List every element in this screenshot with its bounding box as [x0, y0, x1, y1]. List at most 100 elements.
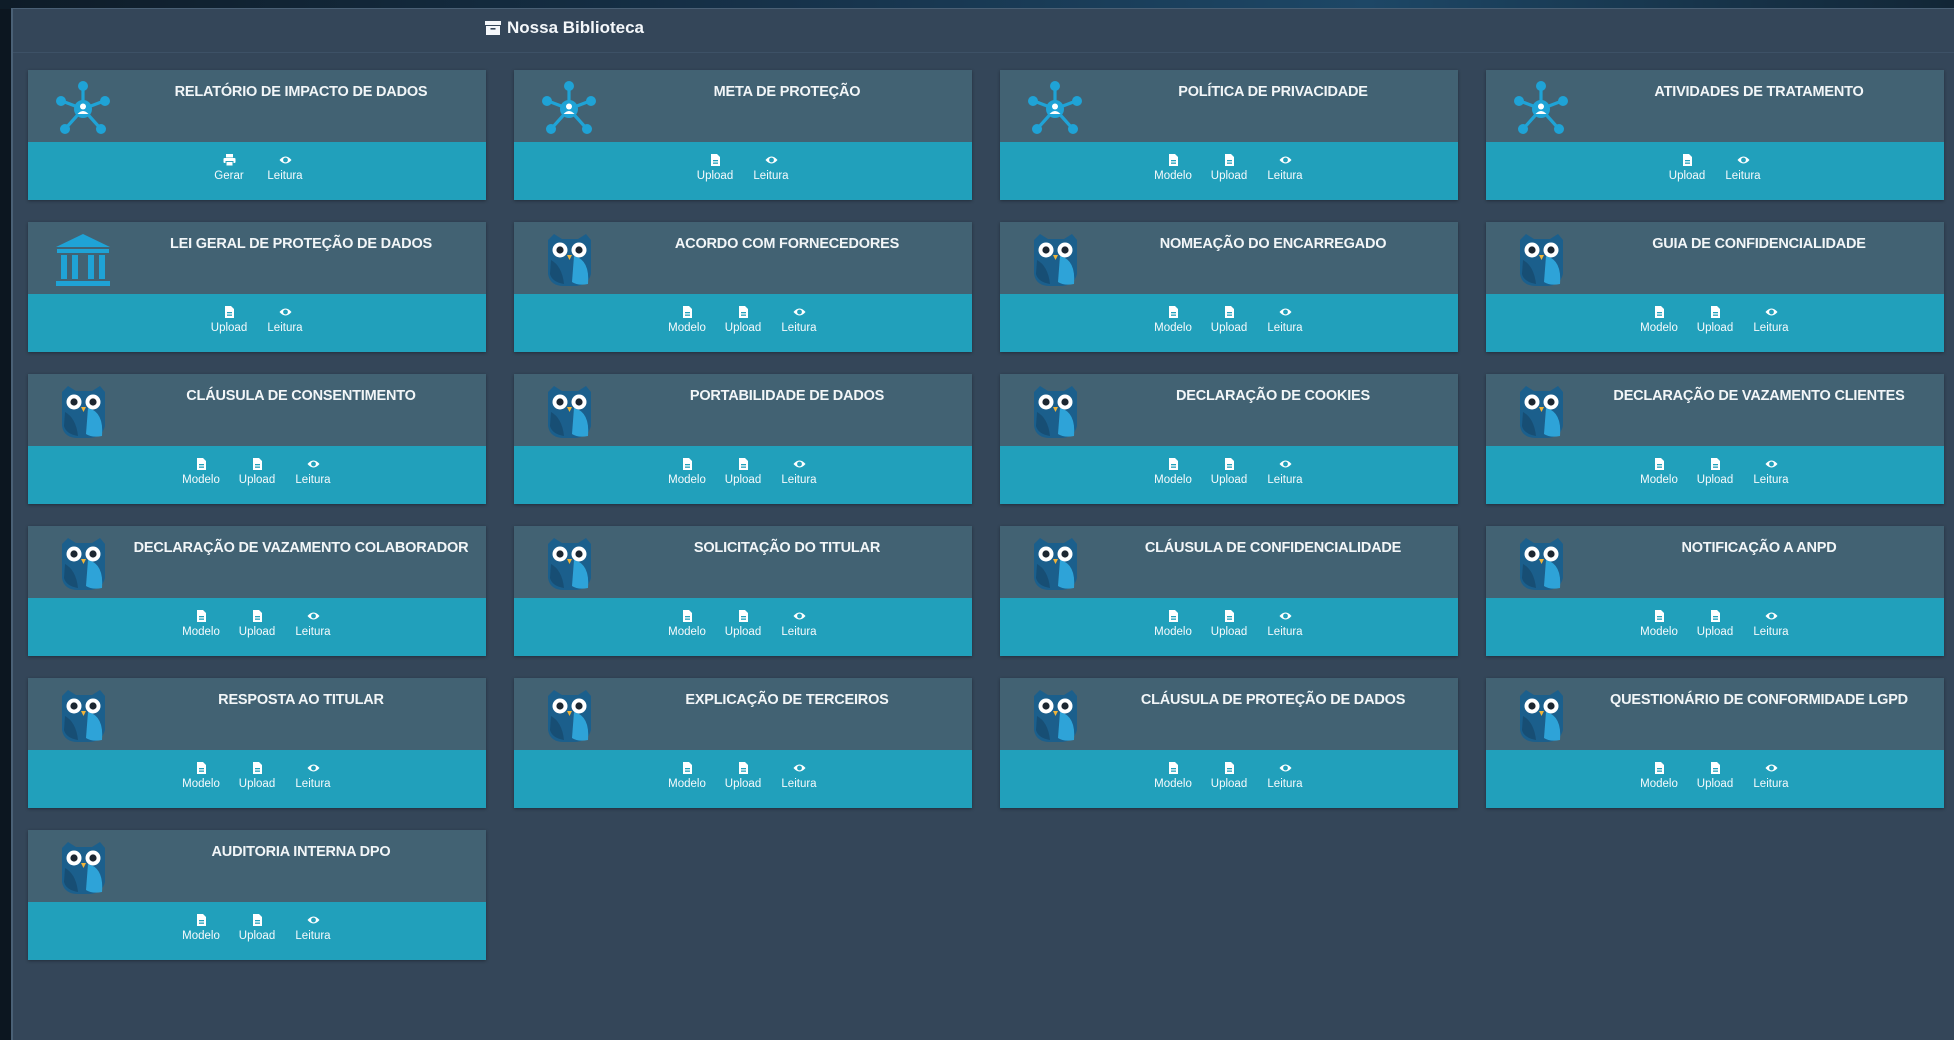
upload-button[interactable]: Upload	[724, 306, 762, 334]
card-title: NOMEAÇÃO DO ENCARREGADO	[1159, 236, 1387, 252]
owl-icon	[538, 534, 600, 594]
leitura-button[interactable]: Leitura	[1266, 762, 1304, 790]
leitura-button[interactable]: Leitura	[1266, 610, 1304, 638]
action-label: Leitura	[267, 170, 303, 182]
leitura-button[interactable]: Leitura	[780, 762, 818, 790]
upload-button[interactable]: Upload	[1696, 306, 1734, 334]
action-label: Leitura	[781, 778, 817, 790]
modelo-button[interactable]: Modelo	[1154, 306, 1192, 334]
leitura-button[interactable]: Leitura	[1266, 458, 1304, 486]
document-card-politica-de-privacidade: POLÍTICA DE PRIVACIDADE Modelo Upload Leitu…	[1000, 70, 1458, 200]
leitura-button[interactable]: Leitura	[780, 610, 818, 638]
upload-button[interactable]: Upload	[238, 610, 276, 638]
modelo-button[interactable]: Modelo	[182, 762, 220, 790]
action-label: Leitura	[1267, 474, 1303, 486]
upload-button[interactable]: Upload	[238, 762, 276, 790]
file-icon	[1167, 762, 1180, 774]
card-title: NOTIFICAÇÃO A ANPD	[1681, 540, 1837, 556]
card-title: POLÍTICA DE PRIVACIDADE	[1178, 84, 1368, 100]
upload-button[interactable]: Upload	[1668, 154, 1706, 182]
owl-icon	[1024, 382, 1086, 442]
card-title: ACORDO COM FORNECEDORES	[674, 236, 900, 252]
upload-button[interactable]: Upload	[210, 306, 248, 334]
upload-button[interactable]: Upload	[724, 610, 762, 638]
upload-button[interactable]: Upload	[1696, 610, 1734, 638]
leitura-button[interactable]: Leitura	[294, 458, 332, 486]
upload-button[interactable]: Upload	[1210, 610, 1248, 638]
modelo-button[interactable]: Modelo	[1640, 610, 1678, 638]
modelo-button[interactable]: Modelo	[182, 610, 220, 638]
card-header: DECLARAÇÃO DE VAZAMENTO CLIENTES	[1486, 374, 1944, 446]
document-card-questionario-de-conformidade-lgpd: QUESTIONÁRIO DE CONFORMIDADE LGPD Modelo U…	[1486, 678, 1944, 808]
card-title: RELATÓRIO DE IMPACTO DE DADOS	[174, 84, 428, 100]
upload-button[interactable]: Upload	[1210, 306, 1248, 334]
leitura-button[interactable]: Leitura	[294, 762, 332, 790]
network-icon	[1024, 78, 1086, 138]
leitura-button[interactable]: Leitura	[1752, 762, 1790, 790]
eye-icon	[1765, 762, 1778, 774]
owl-icon	[1024, 534, 1086, 594]
action-label: Leitura	[781, 474, 817, 486]
upload-button[interactable]: Upload	[1696, 762, 1734, 790]
modelo-button[interactable]: Modelo	[668, 610, 706, 638]
leitura-button[interactable]: Leitura	[1724, 154, 1762, 182]
action-label: Leitura	[781, 626, 817, 638]
leitura-button[interactable]: Leitura	[780, 306, 818, 334]
file-icon	[1223, 154, 1236, 166]
gerar-button[interactable]: Gerar	[210, 154, 248, 182]
owl-icon	[52, 382, 114, 442]
action-label: Upload	[210, 322, 248, 334]
eye-icon	[765, 154, 778, 166]
action-label: Modelo	[1640, 778, 1678, 790]
modelo-button[interactable]: Modelo	[1640, 306, 1678, 334]
card-actions: Modelo Upload Leitura	[1000, 750, 1458, 808]
leitura-button[interactable]: Leitura	[1752, 610, 1790, 638]
leitura-button[interactable]: Leitura	[1752, 306, 1790, 334]
modelo-button[interactable]: Modelo	[1154, 458, 1192, 486]
upload-button[interactable]: Upload	[1210, 154, 1248, 182]
leitura-button[interactable]: Leitura	[780, 458, 818, 486]
modelo-button[interactable]: Modelo	[668, 762, 706, 790]
document-card-portabilidade-de-dados: PORTABILIDADE DE DADOS Modelo Upload Leitur…	[514, 374, 972, 504]
upload-button[interactable]: Upload	[1210, 762, 1248, 790]
action-label: Leitura	[1267, 170, 1303, 182]
eye-icon	[1279, 458, 1292, 470]
modelo-button[interactable]: Modelo	[668, 458, 706, 486]
leitura-button[interactable]: Leitura	[1266, 306, 1304, 334]
upload-button[interactable]: Upload	[724, 458, 762, 486]
action-label: Modelo	[1640, 322, 1678, 334]
action-label: Upload	[238, 778, 276, 790]
upload-button[interactable]: Upload	[238, 458, 276, 486]
file-icon	[195, 914, 208, 926]
upload-button[interactable]: Upload	[1696, 458, 1734, 486]
file-icon	[1167, 154, 1180, 166]
upload-button[interactable]: Upload	[724, 762, 762, 790]
card-header: ATIVIDADES DE TRATAMENTO	[1486, 70, 1944, 142]
file-icon	[681, 458, 694, 470]
modelo-button[interactable]: Modelo	[182, 458, 220, 486]
leitura-button[interactable]: Leitura	[266, 154, 304, 182]
modelo-button[interactable]: Modelo	[1154, 610, 1192, 638]
action-label: Upload	[1696, 778, 1734, 790]
modelo-button[interactable]: Modelo	[668, 306, 706, 334]
upload-button[interactable]: Upload	[1210, 458, 1248, 486]
leitura-button[interactable]: Leitura	[1266, 154, 1304, 182]
leitura-button[interactable]: Leitura	[1752, 458, 1790, 486]
file-icon	[737, 610, 750, 622]
modelo-button[interactable]: Modelo	[1154, 154, 1192, 182]
modelo-button[interactable]: Modelo	[1640, 762, 1678, 790]
modelo-button[interactable]: Modelo	[1640, 458, 1678, 486]
modelo-button[interactable]: Modelo	[1154, 762, 1192, 790]
upload-button[interactable]: Upload	[696, 154, 734, 182]
card-title: DECLARAÇÃO DE COOKIES	[1176, 388, 1370, 404]
leitura-button[interactable]: Leitura	[752, 154, 790, 182]
eye-icon	[1737, 154, 1750, 166]
leitura-button[interactable]: Leitura	[294, 914, 332, 942]
modelo-button[interactable]: Modelo	[182, 914, 220, 942]
leitura-button[interactable]: Leitura	[266, 306, 304, 334]
document-card-nomeacao-do-encarregado: NOMEAÇÃO DO ENCARREGADO Modelo Upload Leitu…	[1000, 222, 1458, 352]
owl-icon	[538, 382, 600, 442]
leitura-button[interactable]: Leitura	[294, 610, 332, 638]
file-icon	[709, 154, 722, 166]
upload-button[interactable]: Upload	[238, 914, 276, 942]
